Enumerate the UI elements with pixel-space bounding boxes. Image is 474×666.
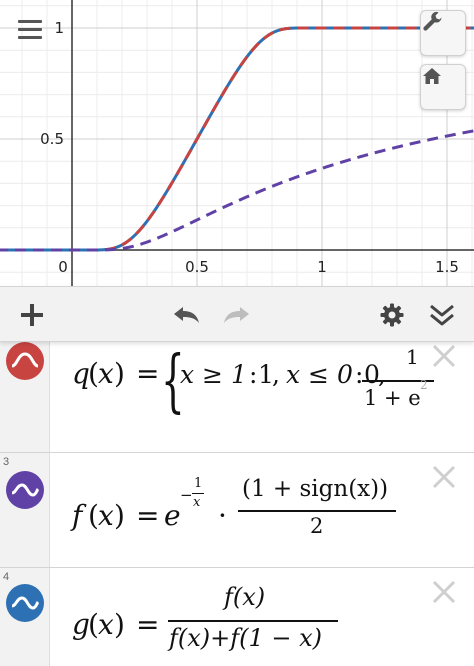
wrench-icon[interactable] (420, 10, 466, 56)
graph-canvas[interactable]: 0 0.5 1 1.5 1 0.5 (0, 0, 474, 292)
x-tick-label: 0.5 (185, 258, 209, 276)
double-chevron-down-icon[interactable] (424, 297, 460, 333)
plus-icon[interactable] (14, 297, 50, 333)
close-icon[interactable] (430, 578, 458, 606)
fraction-bar (168, 620, 338, 622)
fraction-bar (192, 493, 204, 495)
math-field-g[interactable]: g ( x ) = f(x) f(x)+f(1 − x) (72, 580, 402, 664)
hamburger-menu-icon[interactable] (15, 17, 45, 43)
fraction-bar (238, 510, 396, 512)
curve-f[interactable] (0, 127, 474, 252)
curve-toggle-icon[interactable] (6, 342, 44, 380)
close-icon[interactable] (430, 463, 458, 491)
x-tick-label: 1.5 (435, 258, 459, 276)
curve-toggle-icon[interactable] (6, 584, 44, 622)
x-tick-label: 1 (317, 258, 327, 276)
x-tick-label: 0 (58, 258, 68, 276)
curve-toggle-icon[interactable] (6, 471, 44, 509)
expression-gutter (0, 342, 50, 452)
undo-icon[interactable] (168, 297, 204, 333)
expression-row-q[interactable]: q ( x ) = { x ≥ 1 : 1 , x ≤ 0 : 0 , 1 1 … (0, 342, 474, 453)
expression-list: q ( x ) = { x ≥ 1 : 1 , x ≤ 0 : 0 , 1 1 … (0, 342, 474, 666)
gear-icon[interactable] (374, 297, 410, 333)
math-field-q[interactable]: q ( x ) = { x ≥ 1 : 1 , x ≤ 0 : 0 , 1 1 … (72, 346, 434, 446)
math-field-f[interactable]: f ( x ) = e − 1 x · (1 + sign(x)) 2 (72, 471, 422, 555)
expression-row-g[interactable]: 4 g ( x ) = f(x) f(x)+f(1 − x) (0, 568, 474, 666)
expression-toolbar (0, 286, 474, 342)
home-icon[interactable] (420, 64, 466, 110)
y-tick-label: 0.5 (40, 130, 64, 148)
redo-icon[interactable] (219, 297, 255, 333)
graph-svg[interactable]: 0 0.5 1 1.5 1 0.5 (0, 0, 474, 292)
expression-gutter: 4 (0, 568, 50, 666)
close-icon[interactable] (430, 342, 458, 370)
y-tick-label: 1 (54, 19, 64, 37)
expression-row-f[interactable]: 3 f ( x ) = e − 1 x · (1 + sign(x)) 2 (0, 453, 474, 568)
expression-gutter: 3 (0, 453, 50, 567)
